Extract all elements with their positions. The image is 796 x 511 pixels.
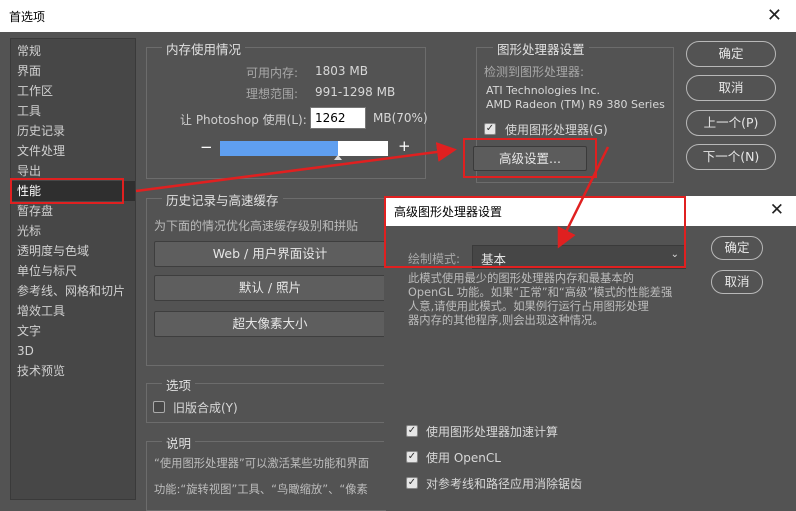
history-cache-desc: 为下面的情况优化高速缓存级别和拼贴 (154, 219, 359, 233)
huge-pixel-size-button[interactable]: 超大像素大小 (154, 311, 386, 337)
sidebar-item-history[interactable]: 历史记录 (11, 121, 135, 141)
advanced-settings-button[interactable]: 高级设置... (473, 146, 587, 171)
default-photo-button[interactable]: 默认 / 照片 (154, 275, 386, 301)
sidebar-item-transparency[interactable]: 透明度与色域 (11, 241, 135, 261)
sidebar-item-tools[interactable]: 工具 (11, 101, 135, 121)
gpu-detected-label: 检测到图形处理器: (484, 65, 585, 79)
sidebar-item-performance[interactable]: 性能 (11, 181, 135, 201)
mode-desc-line-1: 此模式使用最少的图形处理器内存和最基本的 (408, 272, 634, 285)
sidebar-item-tech-preview[interactable]: 技术预览 (11, 361, 135, 381)
opencl-checkbox[interactable]: ✓ (406, 451, 418, 463)
available-memory-label: 可用内存: (246, 66, 299, 80)
draw-mode-select[interactable]: 基本 ⌄ (472, 245, 686, 269)
memory-use-unit: MB(70%) (373, 111, 428, 125)
use-gpu-label: 使用图形处理器(G) (505, 123, 608, 137)
notes-line-2: 功能:“旋转视图”工具、“鸟瞰缩放”、“像素 (154, 483, 368, 496)
antialias-label: 对参考线和路径应用消除锯齿 (426, 477, 583, 491)
close-icon[interactable]: ✕ (767, 5, 782, 26)
use-gpu-checkbox[interactable]: ✓ (484, 123, 496, 135)
gpu-model: AMD Radeon (TM) R9 380 Series (486, 98, 665, 111)
options-legend: 选项 (162, 375, 196, 394)
memory-minus-button[interactable]: − (200, 138, 213, 156)
mode-desc-line-4: 器内存的其他程序,则会出现这种情况。 (408, 314, 604, 327)
memory-slider-thumb[interactable] (333, 155, 342, 160)
sidebar-item-workspace[interactable]: 工作区 (11, 81, 135, 101)
preferences-window: 首选项 ✕ 常规 界面 工作区 工具 历史记录 文件处理 导出 性能 暂存盘 光… (0, 0, 796, 511)
sidebar-item-interface[interactable]: 界面 (11, 61, 135, 81)
advanced-gpu-dialog: 高级图形处理器设置 ✕ 绘制模式: 基本 ⌄ 确定 取消 此模式使用最少的图形处… (384, 196, 796, 502)
sidebar-item-plugins[interactable]: 增效工具 (11, 301, 135, 321)
advanced-dialog-titlebar: 高级图形处理器设置 ✕ (384, 196, 796, 226)
memory-plus-button[interactable]: + (398, 137, 411, 155)
sidebar-item-export[interactable]: 导出 (11, 161, 135, 181)
next-button[interactable]: 下一个(N) (686, 144, 776, 170)
opencl-label: 使用 OpenCL (426, 451, 501, 465)
notes-line-1: “使用图形处理器”可以激活某些功能和界面 (154, 457, 370, 470)
sidebar-item-file-handling[interactable]: 文件处理 (11, 141, 135, 161)
draw-mode-value: 基本 (481, 252, 507, 267)
gpu-settings-legend: 图形处理器设置 (493, 39, 589, 58)
advanced-dialog-close-icon[interactable]: ✕ (770, 200, 784, 220)
memory-slider-track[interactable] (220, 141, 388, 160)
gpu-compute-checkbox[interactable]: ✓ (406, 425, 418, 437)
draw-mode-label: 绘制模式: (408, 252, 461, 266)
history-cache-legend: 历史记录与高速缓存 (162, 190, 283, 209)
ideal-range-label: 理想范围: (246, 87, 299, 101)
web-ui-design-button[interactable]: Web / 用户界面设计 (154, 241, 386, 267)
window-title: 首选项 (9, 10, 46, 24)
prev-button[interactable]: 上一个(P) (686, 110, 776, 136)
notes-legend: 说明 (162, 433, 196, 452)
sidebar-item-general[interactable]: 常规 (11, 41, 135, 61)
memory-usage-legend: 内存使用情况 (162, 39, 246, 58)
legacy-compositing-checkbox[interactable] (153, 401, 165, 413)
photoshop-use-label: 让 Photoshop 使用(L): (180, 113, 307, 127)
window-titlebar: 首选项 ✕ (0, 0, 796, 32)
sidebar-item-3d[interactable]: 3D (11, 341, 135, 361)
legacy-compositing-label: 旧版合成(Y) (173, 401, 238, 415)
chevron-down-icon: ⌄ (670, 249, 679, 260)
gpu-compute-label: 使用图形处理器加速计算 (426, 425, 559, 439)
available-memory-value: 1803 MB (315, 64, 368, 78)
mode-desc-line-3: 人意,请使用此模式。如果例行运行占用图形处理 (408, 300, 649, 313)
ideal-range-value: 991-1298 MB (315, 85, 396, 99)
antialias-checkbox[interactable]: ✓ (406, 477, 418, 489)
cancel-button[interactable]: 取消 (686, 75, 776, 101)
sidebar-item-cursors[interactable]: 光标 (11, 221, 135, 241)
sidebar-item-guides[interactable]: 参考线、网格和切片 (11, 281, 135, 301)
gpu-vendor: ATI Technologies Inc. (486, 84, 601, 97)
advanced-cancel-button[interactable]: 取消 (711, 270, 763, 294)
memory-use-input[interactable]: 1262 (310, 107, 366, 129)
preferences-sidebar: 常规 界面 工作区 工具 历史记录 文件处理 导出 性能 暂存盘 光标 透明度与… (10, 38, 136, 500)
mode-desc-line-2: OpenGL 功能。如果“正常”和“高级”模式的性能差强 (408, 286, 673, 299)
sidebar-item-units[interactable]: 单位与标尺 (11, 261, 135, 281)
advanced-dialog-title: 高级图形处理器设置 (394, 205, 503, 219)
ok-button[interactable]: 确定 (686, 41, 776, 67)
memory-slider-fill (220, 141, 338, 156)
advanced-ok-button[interactable]: 确定 (711, 236, 763, 260)
sidebar-item-type[interactable]: 文字 (11, 321, 135, 341)
sidebar-item-scratch-disks[interactable]: 暂存盘 (11, 201, 135, 221)
